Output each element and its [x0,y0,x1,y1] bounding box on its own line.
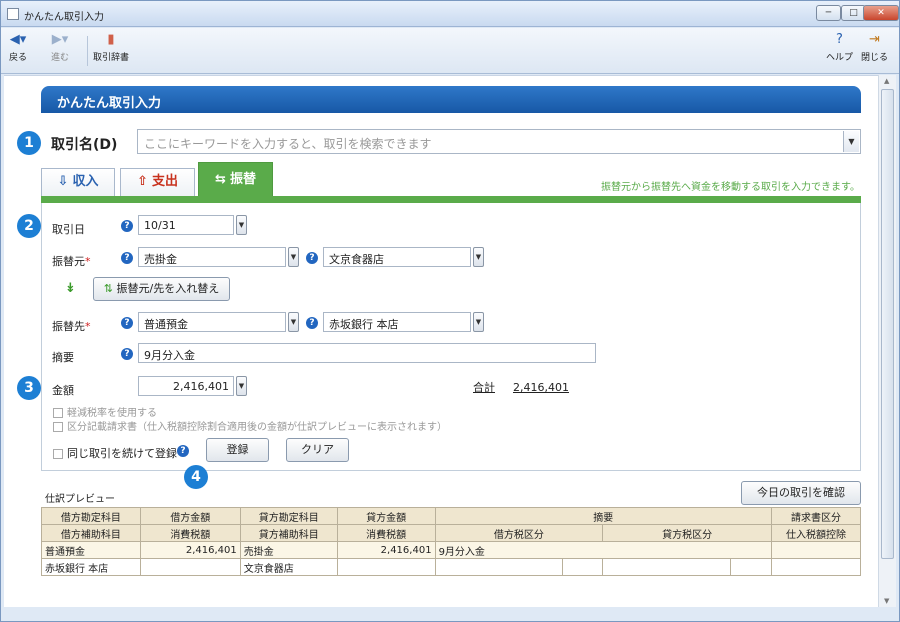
date-label: 取引日 [52,223,85,236]
help-icon[interactable]: ? [121,348,133,360]
chevron-down-icon[interactable]: ▼ [473,312,484,332]
from-account-select[interactable]: 売掛金 [138,247,286,267]
from-label: 振替元* [52,255,91,268]
table-row: 赤坂銀行 本店 文京食器店 [41,558,861,576]
to-account-select[interactable]: 普通預金 [138,312,286,332]
forward-button[interactable]: ▶▾ 進む [51,32,69,64]
tab-underline [41,196,861,203]
journal-preview-table: 借方勘定科目 借方金額 貸方勘定科目 貸方金額 摘要 請求書区分 借方補助科目 … [41,507,861,576]
dictionary-icon: ▮ [107,32,115,47]
to-label: 振替先* [52,320,91,333]
dictionary-button[interactable]: ▮ 取引辞書 [93,32,129,64]
exit-icon: ⇥ [869,32,880,47]
from-partner-select[interactable]: 文京食器店 [323,247,471,267]
app-window: かんたん取引入力 ─ □ ✕ ◀▾ 戻る ▶▾ 進む ▮ 取引辞書 ? ヘルプ ⇥ 閉じる… [0,0,900,622]
help-icon[interactable]: ? [177,445,189,457]
checkbox-icon [53,408,63,418]
tab-description: 振替元から振替先へ資金を移動する取引を入力できます。 [601,182,860,193]
chevron-down-icon[interactable]: ▼ [288,247,299,267]
transfer-icon: ⇆ [215,172,226,187]
minimize-button[interactable]: ─ [816,5,841,21]
table-row: 普通預金 2,416,401 売掛金 2,416,401 9月分入金 [41,541,861,559]
tab-income[interactable]: ⇩ 収入 [41,168,115,196]
transaction-search-input[interactable]: ここにキーワードを入力すると、取引を検索できます ▼ [137,129,861,154]
tab-expense[interactable]: ⇧ 支出 [120,168,195,196]
calculator-chevron-icon[interactable]: ▼ [236,376,247,396]
tab-transfer[interactable]: ⇆ 振替 [198,162,273,197]
chevron-down-icon[interactable]: ▼ [843,131,859,152]
toolbar-separator [87,36,88,66]
help-icon: ? [836,32,843,47]
step-badge-3: 3 [17,376,41,400]
help-icon[interactable]: ? [121,317,133,329]
total-display: 合計 2,416,401 [473,381,569,394]
repeat-checkbox[interactable]: 同じ取引を続けて登録 [53,445,177,461]
chevron-down-icon[interactable]: ▼ [288,312,299,332]
chevron-down-icon[interactable]: ▼ [473,247,484,267]
close-window-button[interactable]: ✕ [863,5,899,21]
help-icon[interactable]: ? [306,317,318,329]
scrollbar-thumb[interactable] [881,89,894,559]
preview-label: 仕訳プレビュー [45,494,115,505]
amount-field[interactable]: 2,416,401 [138,376,234,396]
checkbox-icon [53,422,63,432]
table-header-row: 借方勘定科目 借方金額 貸方勘定科目 貸方金額 摘要 請求書区分 [41,507,861,525]
reduced-tax-checkbox[interactable]: 軽減税率を使用する [53,404,157,419]
table-header-row: 借方補助科目 消費税額 貸方補助科目 消費税額 借方税区分 貸方税区分 仕入税額… [41,524,861,542]
memo-label: 摘要 [52,351,74,364]
invoice-checkbox[interactable]: 区分記載請求書（仕入税額控除割合適用後の金額が仕訳プレビューに表示されます） [53,418,447,433]
swap-icon: ⇅ [103,282,117,295]
confirm-today-button[interactable]: 今日の取引を確認 [741,481,861,505]
arrow-down-icon: ↡ [65,281,76,296]
vertical-scrollbar[interactable]: ▲ ▼ [878,75,896,607]
memo-field[interactable]: 9月分入金 [138,343,596,363]
step-badge-1: 1 [17,131,41,155]
step-badge-4: 4 [184,465,208,489]
register-button[interactable]: 登録 [206,438,269,462]
date-field[interactable]: 10/31 [138,215,234,235]
scroll-down-icon[interactable]: ▼ [884,597,889,605]
expense-icon: ⇧ [137,174,148,189]
checkbox-icon [53,449,63,459]
app-icon [7,8,19,20]
window-title: かんたん取引入力 [24,12,104,23]
forward-arrow-icon: ▶▾ [51,32,69,47]
to-partner-select[interactable]: 赤坂銀行 本店 [323,312,471,332]
amount-label: 金額 [52,384,74,397]
toolbar: ◀▾ 戻る ▶▾ 進む ▮ 取引辞書 ? ヘルプ ⇥ 閉じる [1,28,899,74]
income-icon: ⇩ [57,174,69,189]
date-chevron-icon[interactable]: ▼ [236,215,247,235]
page-title: かんたん取引入力 [41,86,861,113]
swap-button[interactable]: ⇅ 振替元/先を入れ替え [93,277,230,301]
help-icon[interactable]: ? [121,220,133,232]
transaction-name-label: 取引名(D) [51,137,118,153]
back-arrow-icon: ◀▾ [9,32,27,47]
step-badge-2: 2 [17,214,41,238]
close-button[interactable]: ⇥ 閉じる [861,32,888,64]
clear-button[interactable]: クリア [286,438,349,462]
help-icon[interactable]: ? [306,252,318,264]
back-button[interactable]: ◀▾ 戻る [9,32,27,64]
scroll-up-icon[interactable]: ▲ [884,77,889,85]
title-bar: かんたん取引入力 ─ □ ✕ [1,1,899,27]
help-icon[interactable]: ? [121,252,133,264]
help-button[interactable]: ? ヘルプ [826,32,853,64]
